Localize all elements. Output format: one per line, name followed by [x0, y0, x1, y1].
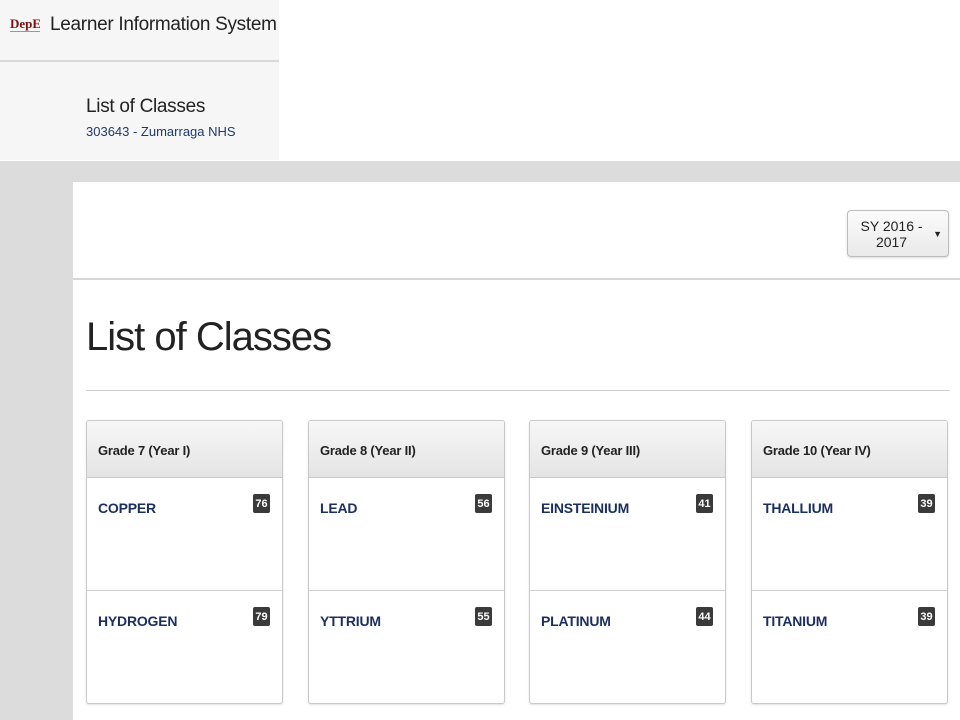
class-item: YTTRIUM 55 — [309, 591, 504, 703]
caret-down-icon: ▼ — [933, 228, 942, 239]
class-item: TITANIUM 39 — [752, 591, 947, 703]
grade-heading: Grade 9 (Year III) — [530, 421, 725, 478]
school-year-dropdown[interactable]: SY 2016 - 2017 ▼ — [847, 210, 949, 257]
page-title: List of Classes — [86, 315, 332, 359]
class-item: PLATINUM 44 — [530, 591, 725, 703]
class-link[interactable]: HYDROGEN — [98, 613, 177, 629]
class-item: EINSTEINIUM 41 — [530, 478, 725, 591]
learner-count-badge: 76 — [253, 494, 270, 513]
class-link[interactable]: THALLIUM — [763, 500, 833, 516]
app-header: DepED Learner Information System — [0, 0, 279, 62]
grade-card-7: Grade 7 (Year I) COPPER 76 HYDROGEN 79 — [86, 420, 283, 704]
grade-card-8: Grade 8 (Year II) LEAD 56 YTTRIUM 55 — [308, 420, 505, 704]
class-item: THALLIUM 39 — [752, 478, 947, 591]
class-link[interactable]: LEAD — [320, 500, 358, 516]
class-link[interactable]: COPPER — [98, 500, 156, 516]
class-link[interactable]: TITANIUM — [763, 613, 827, 629]
deped-logo: DepED — [10, 16, 40, 32]
class-link[interactable]: YTTRIUM — [320, 613, 381, 629]
grade-heading: Grade 8 (Year II) — [309, 421, 504, 478]
learner-count-badge: 55 — [475, 607, 492, 626]
panel-toolbar: SY 2016 - 2017 ▼ — [73, 182, 960, 280]
school-year-label: SY 2016 - 2017 — [860, 217, 923, 250]
learner-count-badge: 41 — [696, 494, 713, 513]
grade-card-9: Grade 9 (Year III) EINSTEINIUM 41 PLATIN… — [529, 420, 726, 704]
class-link[interactable]: PLATINUM — [541, 613, 611, 629]
class-link[interactable]: EINSTEINIUM — [541, 500, 629, 516]
app-title: Learner Information System — [50, 14, 277, 35]
school-name: 303643 - Zumarraga NHS — [86, 124, 236, 139]
learner-count-badge: 44 — [696, 607, 713, 626]
class-item: LEAD 56 — [309, 478, 504, 591]
class-item: HYDROGEN 79 — [87, 591, 282, 703]
grade-heading: Grade 10 (Year IV) — [752, 421, 947, 478]
learner-count-badge: 56 — [475, 494, 492, 513]
subheader-title: List of Classes — [86, 96, 206, 117]
divider — [86, 390, 950, 391]
learner-count-badge: 39 — [918, 607, 935, 626]
main-panel: SY 2016 - 2017 ▼ List of Classes Grade 7… — [73, 182, 960, 720]
deped-logo-text: DepED — [10, 16, 40, 31]
class-item: COPPER 76 — [87, 478, 282, 591]
learner-count-badge: 39 — [918, 494, 935, 513]
grade-heading: Grade 7 (Year I) — [87, 421, 282, 478]
grade-card-10: Grade 10 (Year IV) THALLIUM 39 TITANIUM … — [751, 420, 948, 704]
learner-count-badge: 79 — [253, 607, 270, 626]
